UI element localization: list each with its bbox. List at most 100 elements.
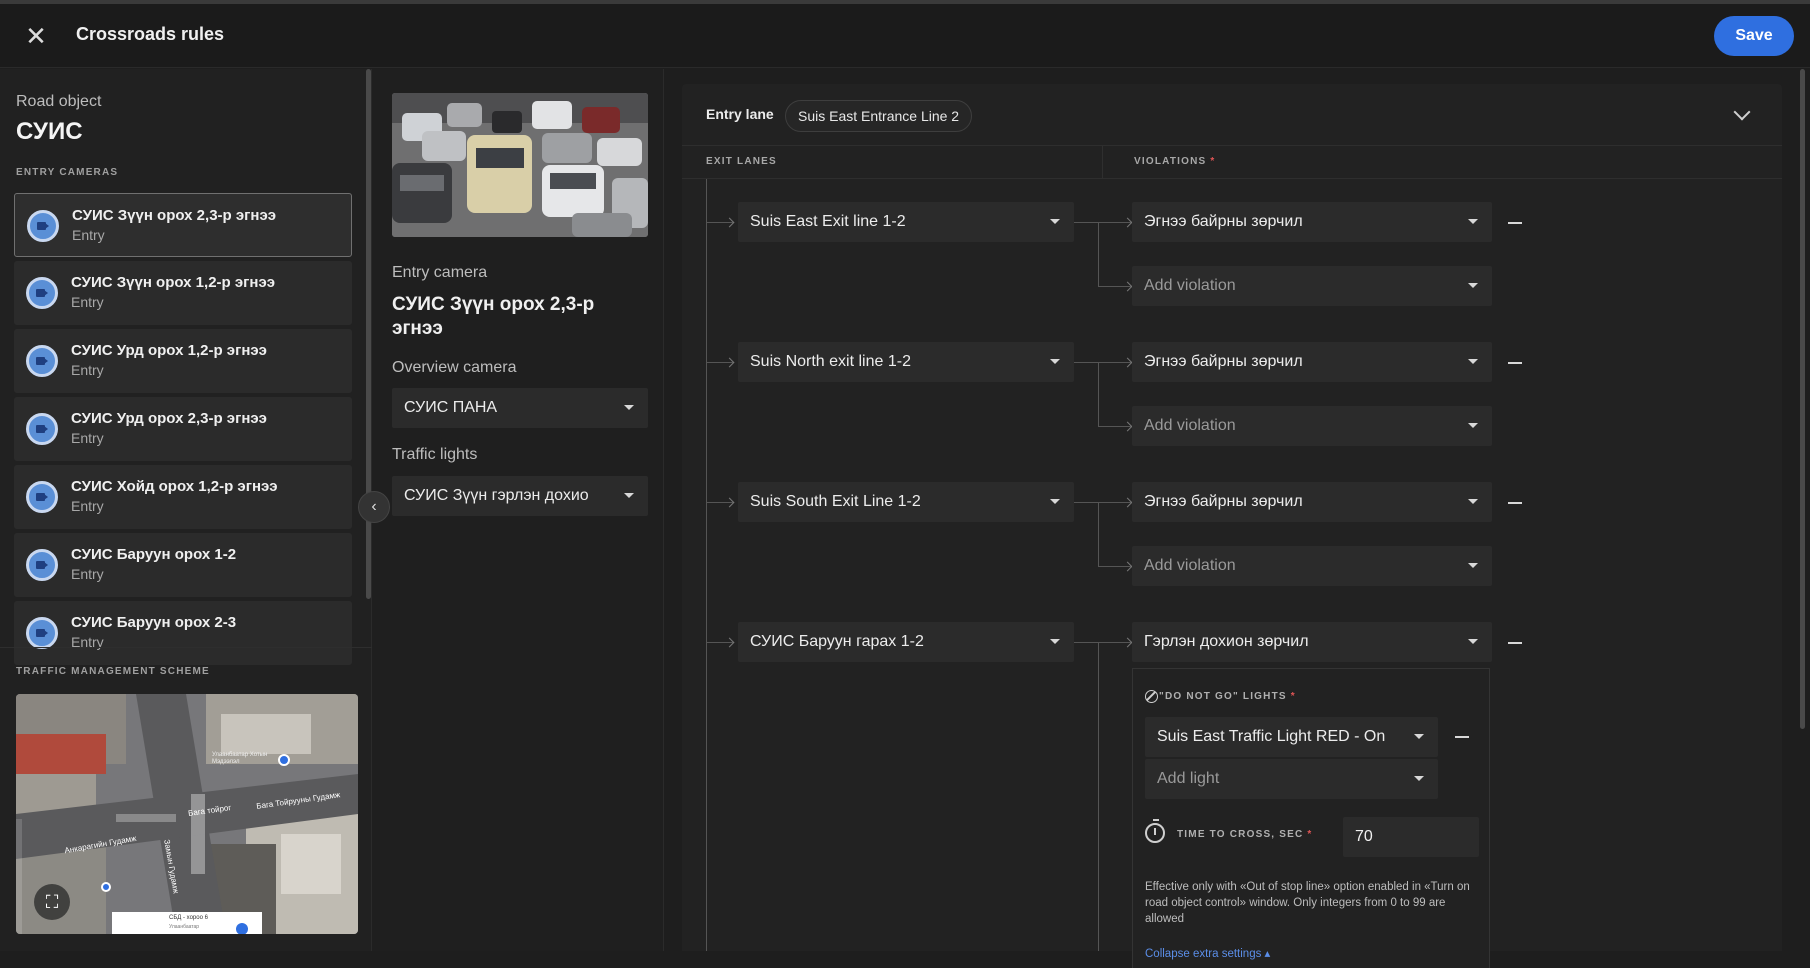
camera-icon [27, 210, 59, 242]
chevron-down-icon [1468, 359, 1478, 364]
collapse-extra-settings-link[interactable]: Collapse extra settings ▴ [1145, 946, 1270, 960]
traffic-lights-select[interactable]: СУИС Зүүн гэрлэн дохио [392, 476, 648, 516]
traffic-camera-image [392, 93, 648, 237]
camera-thumbnail [392, 93, 648, 237]
select-value: СУИС ПАНА [404, 399, 498, 416]
camera-item[interactable]: СУИС Баруун орох 1-2 Entry [14, 533, 352, 597]
arrow-right-icon [1122, 217, 1133, 228]
exit-lane-select[interactable]: СУИС Баруун гарах 1-2 [738, 622, 1074, 662]
entry-cameras-label: ENTRY CAMERAS [16, 167, 119, 178]
select-placeholder: Add violation [1144, 417, 1236, 434]
ban-icon [1145, 690, 1158, 703]
select-value: Эгнээ байрны зөрчил [1144, 493, 1303, 510]
camera-name: СУИС Хойд орох 1,2-р эгнээ [71, 478, 278, 495]
add-violation-select[interactable]: Add violation [1132, 266, 1492, 306]
camera-icon [26, 617, 58, 649]
arrow-right-icon [724, 217, 735, 228]
overview-camera-select[interactable]: СУИС ПАНА [392, 388, 648, 428]
add-light-select[interactable]: Add light [1145, 759, 1438, 799]
entry-lane-chip[interactable]: Suis East Entrance Line 2 [785, 100, 973, 132]
select-placeholder: Add violation [1144, 277, 1236, 294]
camera-item[interactable]: СУИС Зүүн орох 1,2-р эгнээ Entry [14, 261, 352, 325]
traffic-light-select[interactable]: Suis East Traffic Light RED - On [1145, 717, 1438, 757]
camera-item[interactable]: СУИС Урд орох 2,3-р эгнээ Entry [14, 397, 352, 461]
camera-item[interactable]: СУИС Баруун орох 2-3 Entry [14, 601, 352, 665]
select-value: Suis East Traffic Light RED - On [1157, 728, 1386, 745]
entry-camera-name: СУИС Зүүн орох 2,3-р эгнээ [392, 294, 595, 339]
camera-icon [26, 345, 58, 377]
camera-item[interactable]: СУИС Хойд орох 1,2-р эгнээ Entry [14, 465, 352, 529]
arrow-right-icon [1122, 497, 1133, 508]
select-value: Эгнээ байрны зөрчил [1144, 353, 1303, 370]
chevron-down-icon [1468, 283, 1478, 288]
tree-line [706, 179, 707, 951]
chevron-down-icon [1468, 499, 1478, 504]
camera-item[interactable]: СУИС Зүүн орох 2,3-р эгнээ Entry [14, 193, 352, 257]
remove-icon[interactable] [1455, 736, 1469, 738]
tree-line [1098, 502, 1099, 566]
violation-select[interactable]: Эгнээ байрны зөрчил [1132, 342, 1492, 382]
exit-lanes-header: EXIT LANES [706, 156, 777, 167]
camera-name: СУИС Баруун орох 2-3 [71, 614, 237, 631]
violation-select[interactable]: Эгнээ байрны зөрчил [1132, 202, 1492, 242]
chevron-down-icon [1050, 219, 1060, 224]
remove-icon[interactable] [1508, 502, 1522, 504]
arrow-right-icon [1122, 421, 1133, 432]
traffic-lights-label: Traffic lights [392, 446, 478, 463]
arrow-right-icon [1122, 357, 1133, 368]
time-to-cross-input[interactable] [1343, 817, 1479, 857]
traffic-scheme-map[interactable]: Улаанбаатар Хотын Мэдээлэл Бага тойрог Б… [16, 694, 358, 934]
do-not-go-lights-label: "DO NOT GO" LIGHTS * [1159, 691, 1296, 702]
add-violation-select[interactable]: Add violation [1132, 406, 1492, 446]
extra-settings: "DO NOT GO" LIGHTS * Suis East Traffic L… [1132, 668, 1490, 968]
remove-icon[interactable] [1508, 362, 1522, 364]
remove-icon[interactable] [1508, 642, 1522, 644]
chevron-down-icon [1050, 499, 1060, 504]
map-poi-label: Улаанбаатар Хотын Мэдээлэл [212, 752, 268, 765]
time-to-cross-label: TIME TO CROSS, SEC * [1177, 829, 1313, 840]
entry-lane-header[interactable]: Entry lane Suis East Entrance Line 2 [682, 84, 1782, 146]
remove-icon[interactable] [1508, 222, 1522, 224]
divider [682, 178, 1782, 179]
chevron-down-icon [1414, 734, 1424, 739]
exit-lane-select[interactable]: Suis South Exit Line 1-2 [738, 482, 1074, 522]
select-value: Suis South Exit Line 1-2 [750, 493, 921, 510]
violation-select[interactable]: Гэрлэн дохион зөрчил [1132, 622, 1492, 662]
camera-type: Entry [71, 566, 104, 582]
collapse-sidebar-button[interactable]: ‹ [358, 491, 390, 523]
close-icon[interactable]: ✕ [20, 20, 52, 52]
camera-name: СУИС Урд орох 2,3-р эгнээ [71, 410, 267, 427]
traffic-scheme-label: TRAFFIC MANAGEMENT SCHEME [16, 666, 210, 677]
add-violation-select[interactable]: Add violation [1132, 546, 1492, 586]
violation-select[interactable]: Эгнээ байрны зөрчил [1132, 482, 1492, 522]
entry-camera-label: Entry camera [392, 264, 488, 281]
camera-type: Entry [71, 294, 104, 310]
save-button[interactable]: Save [1714, 16, 1794, 56]
map-card-sub: Улаанбаатар [169, 924, 200, 930]
page-title: Crossroads rules [76, 24, 225, 44]
arrow-right-icon [1122, 281, 1133, 292]
camera-icon [26, 549, 58, 581]
fullscreen-icon[interactable]: ⛶ [34, 884, 70, 920]
rules-panel: Entry lane Suis East Entrance Line 2 EXI… [682, 84, 1782, 968]
chevron-down-icon [624, 493, 634, 498]
tree-line [1098, 362, 1099, 426]
chevron-down-icon [1468, 639, 1478, 644]
chevron-down-icon[interactable] [1733, 103, 1751, 121]
exit-lane-select[interactable]: Suis East Exit line 1-2 [738, 202, 1074, 242]
select-value: СУИС Баруун гарах 1-2 [750, 633, 924, 650]
camera-name: СУИС Баруун орох 1-2 [71, 546, 237, 563]
app-header: ✕ Crossroads rules Save [0, 4, 1810, 68]
camera-item[interactable]: СУИС Урд орох 1,2-р эгнээ Entry [14, 329, 352, 393]
map-card-title: СБД - хороо 6 [169, 915, 208, 921]
road-object-label: Road object [16, 93, 102, 110]
entry-camera-list: СУИС Зүүн орох 2,3-р эгнээ Entry СУИС Зү… [14, 193, 352, 715]
chevron-down-icon [1468, 219, 1478, 224]
camera-type: Entry [71, 498, 104, 514]
road-object-name: СУИС [16, 118, 83, 145]
arrow-right-icon [724, 357, 735, 368]
camera-name: СУИС Урд орох 1,2-р эгнээ [71, 342, 267, 359]
arrow-right-icon [724, 497, 735, 508]
exit-lane-select[interactable]: Suis North exit line 1-2 [738, 342, 1074, 382]
rules-scrollbar[interactable] [1800, 69, 1805, 729]
